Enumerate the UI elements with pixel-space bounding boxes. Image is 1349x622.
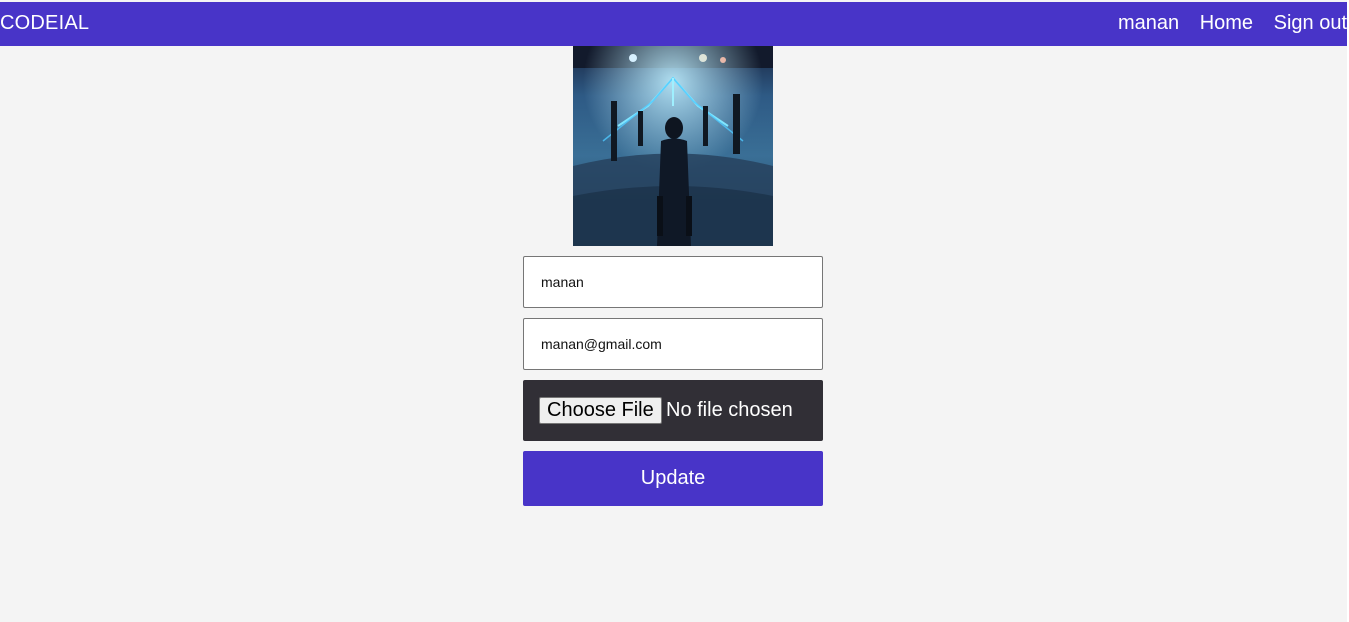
brand-logo-link[interactable]: CODEIAL: [0, 12, 89, 35]
name-input[interactable]: [523, 256, 823, 308]
file-status-text: No file chosen: [666, 399, 793, 421]
avatar-file-picker: Choose File No file chosen: [523, 380, 823, 441]
email-input[interactable]: [523, 318, 823, 370]
avatar-image: [573, 46, 773, 246]
profile-avatar: [573, 46, 773, 246]
nav-links: manan Home Sign out: [1118, 12, 1347, 35]
update-button[interactable]: Update: [523, 451, 823, 506]
nav-home-link[interactable]: Home: [1200, 12, 1253, 34]
nav-profile-link[interactable]: manan: [1118, 12, 1179, 34]
nav-signout-link[interactable]: Sign out: [1274, 12, 1347, 34]
top-navbar: CODEIAL manan Home Sign out: [0, 2, 1347, 46]
choose-file-button[interactable]: Choose File: [539, 397, 662, 424]
